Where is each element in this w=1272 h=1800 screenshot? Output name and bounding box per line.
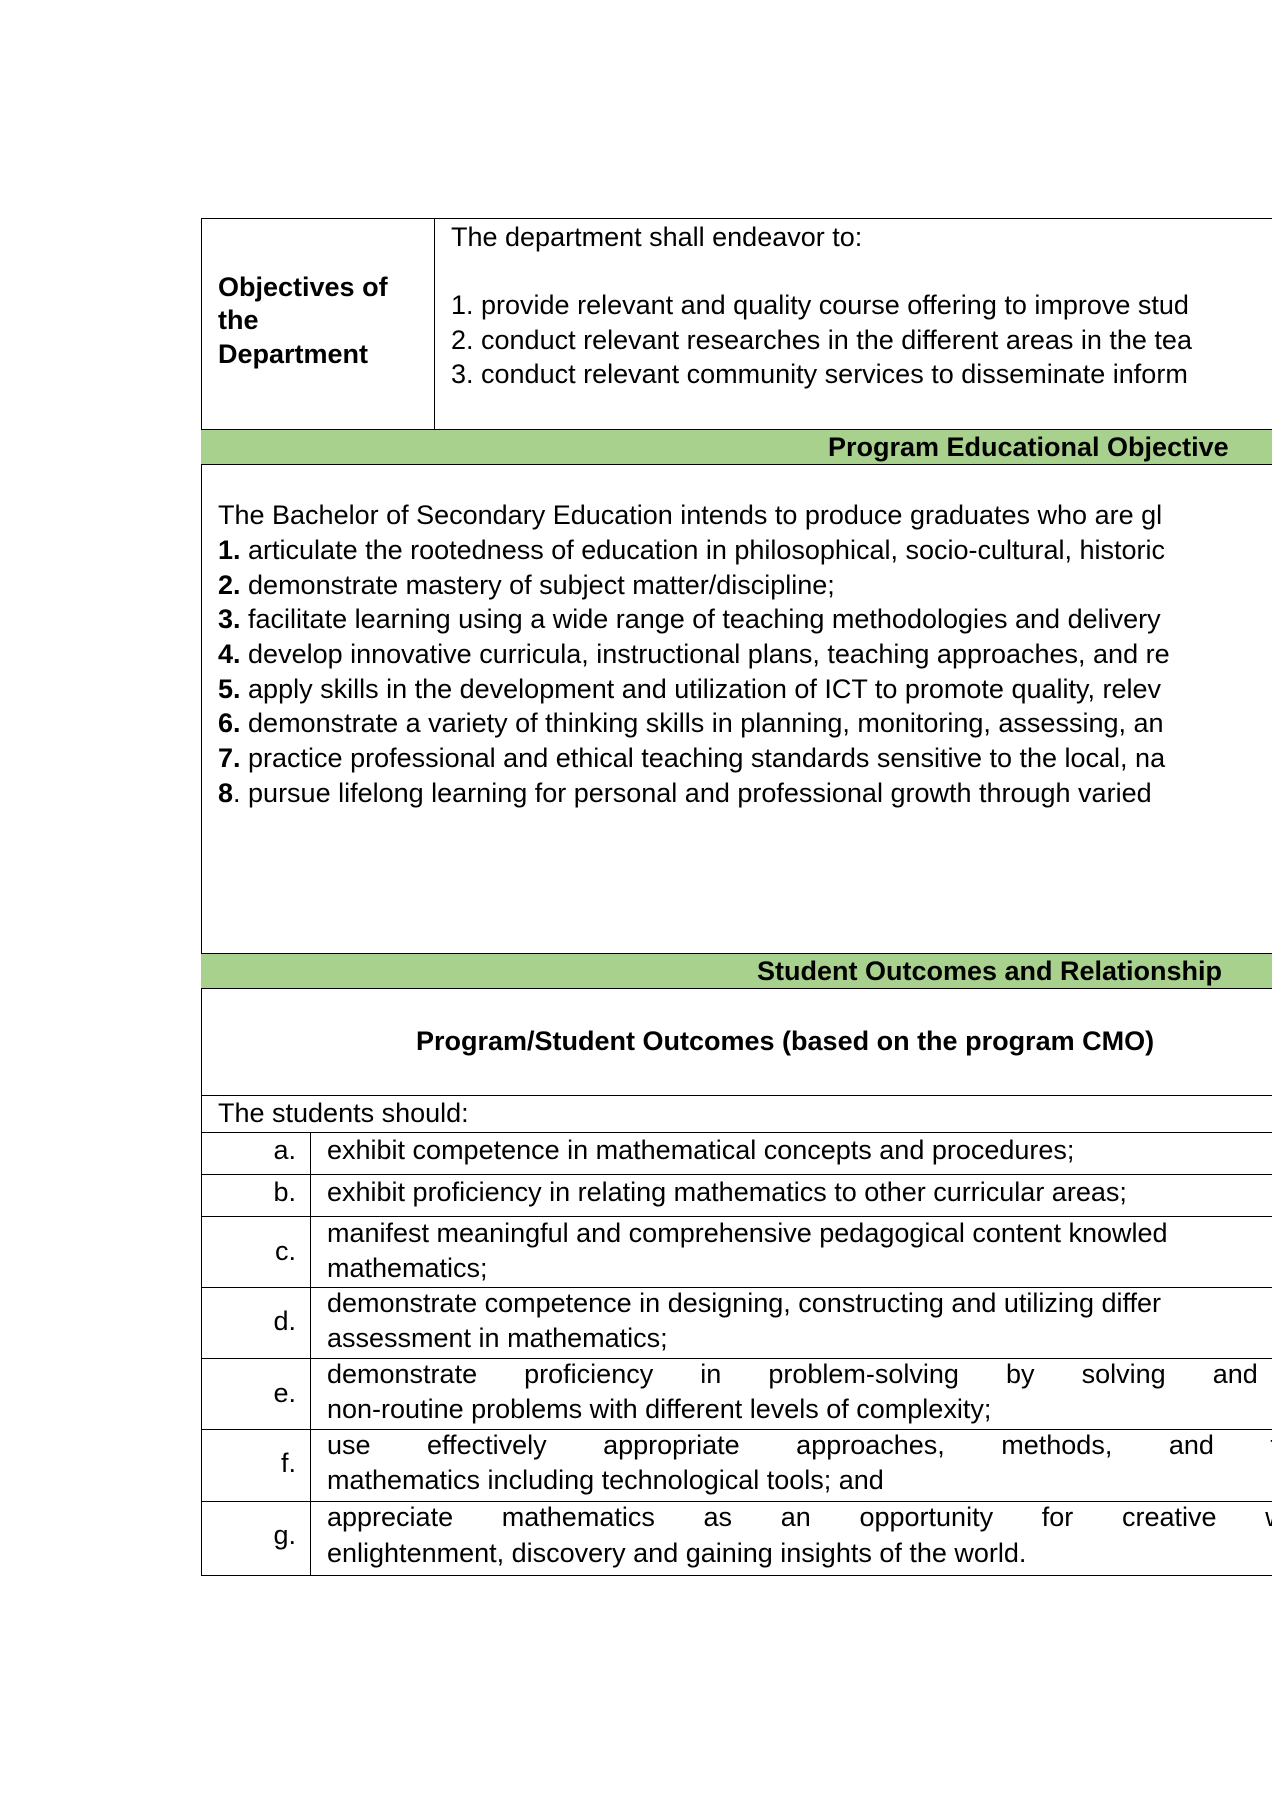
peo-item: 5. apply skills in the development and u… bbox=[218, 674, 1161, 704]
document-page: Objectives of the Department The departm… bbox=[0, 0, 1272, 1800]
outcome-text: assessment in mathematics; bbox=[327, 1323, 668, 1353]
outcome-word: and bbox=[1168, 1430, 1214, 1460]
peo-item-number: 6. bbox=[218, 708, 241, 738]
peo-item: 6. demonstrate a variety of thinking ski… bbox=[218, 708, 1164, 738]
table-top-border bbox=[201, 218, 1272, 219]
outcome-word: approaches, bbox=[796, 1430, 945, 1460]
outcome-word: creative bbox=[1121, 1502, 1217, 1532]
peo-item-text: demonstrate mastery of subject matter/di… bbox=[240, 570, 835, 600]
objectives-label-line-2: the bbox=[218, 305, 259, 335]
outcome-word: an bbox=[780, 1502, 811, 1532]
outcome-word: as bbox=[703, 1502, 733, 1532]
outcome-text: exhibit competence in mathematical conce… bbox=[327, 1135, 1075, 1165]
peo-item-text: practice professional and ethical teachi… bbox=[240, 743, 1166, 773]
outcome-word: proficiency bbox=[524, 1359, 654, 1389]
outcome-letter: b. bbox=[273, 1177, 296, 1207]
outcome-word: work, bbox=[1265, 1502, 1272, 1532]
objectives-label-line-1: Objectives of bbox=[218, 272, 388, 302]
outcome-word: appropriate bbox=[603, 1430, 740, 1460]
outcome-text: exhibit proficiency in relating mathemat… bbox=[327, 1177, 1127, 1207]
outcome-text: non-routine problems with different leve… bbox=[327, 1394, 992, 1424]
outcome-letter: f. bbox=[280, 1448, 296, 1478]
outcome-word: appreciate bbox=[327, 1502, 454, 1532]
outcome-letter: c. bbox=[274, 1236, 296, 1266]
peo-item: 3. facilitate learning using a wide rang… bbox=[218, 604, 1161, 634]
outcome-word: opportunity bbox=[859, 1502, 994, 1532]
outcome-text-justified: appreciate mathematics as an opportunity… bbox=[327, 1502, 1272, 1532]
letter-column-divider bbox=[310, 1132, 311, 1576]
outcome-word: and bbox=[1212, 1359, 1258, 1389]
outcome-word: solving bbox=[1081, 1359, 1166, 1389]
outcomes-intro: The students should: bbox=[218, 1098, 469, 1128]
peo-item-text: develop innovative curricula, instructio… bbox=[240, 639, 1170, 669]
peo-item-number: 3. bbox=[218, 604, 241, 634]
outcome-word: in bbox=[700, 1359, 722, 1389]
outcome-text: enlightenment, discovery and gaining ins… bbox=[327, 1538, 1027, 1568]
outcome-text: mathematics including technological tool… bbox=[327, 1465, 884, 1495]
peo-item: 4. develop innovative curricula, instruc… bbox=[218, 639, 1170, 669]
objectives-item: 1. provide relevant and quality course o… bbox=[451, 290, 1189, 320]
peo-header-band: Program Educational Objective bbox=[201, 429, 1272, 465]
peo-item-number: 4. bbox=[218, 639, 241, 669]
outcome-letter: e. bbox=[273, 1378, 296, 1408]
outcome-letter: d. bbox=[273, 1306, 296, 1336]
peo-item-text: apply skills in the development and util… bbox=[240, 674, 1162, 704]
outcome-text: demonstrate competence in designing, con… bbox=[327, 1288, 1161, 1318]
table-bottom-border bbox=[201, 1575, 1272, 1576]
outcome-word: mathematics bbox=[501, 1502, 655, 1532]
outcome-word: problem-solving bbox=[768, 1359, 959, 1389]
row-divider bbox=[201, 1132, 1272, 1133]
peo-item-number: 5. bbox=[218, 674, 241, 704]
peo-item-number: 7. bbox=[218, 743, 241, 773]
peo-item: 1. articulate the rootedness of educatio… bbox=[218, 535, 1165, 565]
outcome-word: by bbox=[1006, 1359, 1035, 1389]
objectives-item: 3. conduct relevant community services t… bbox=[451, 359, 1188, 389]
peo-item-text: articulate the rootedness of education i… bbox=[240, 535, 1166, 565]
outcomes-header: Student Outcomes and Relationship bbox=[757, 956, 1223, 986]
table-left-border bbox=[201, 218, 202, 1576]
peo-item: 7. practice professional and ethical tea… bbox=[218, 743, 1165, 773]
outcome-word: use bbox=[327, 1430, 371, 1460]
outcome-word: methods, bbox=[1001, 1430, 1113, 1460]
peo-header: Program Educational Objective bbox=[828, 432, 1229, 462]
outcome-text-justified: use effectively appropriate approaches, … bbox=[327, 1430, 1272, 1460]
outcome-word: for bbox=[1041, 1502, 1074, 1532]
peo-item-number: 1. bbox=[218, 535, 241, 565]
row-divider bbox=[201, 1174, 1272, 1175]
row-divider bbox=[201, 1216, 1272, 1217]
peo-item-text: facilitate learning using a wide range o… bbox=[240, 604, 1161, 634]
outcomes-header-band: Student Outcomes and Relationship bbox=[201, 953, 1272, 989]
outcome-word: demonstrate bbox=[327, 1359, 478, 1389]
objectives-divider bbox=[434, 218, 435, 429]
objectives-item: 2. conduct relevant researches in the di… bbox=[451, 325, 1192, 355]
objectives-intro: The department shall endeavor to: bbox=[451, 222, 863, 252]
row-divider bbox=[201, 1095, 1272, 1096]
objectives-label-line-3: Department bbox=[218, 339, 369, 369]
outcomes-subheader: Program/Student Outcomes (based on the p… bbox=[416, 1026, 1155, 1056]
outcome-word: effectively bbox=[427, 1430, 547, 1460]
peo-item-text: . pursue lifelong learning for personal … bbox=[233, 778, 1152, 808]
peo-item-number: 8 bbox=[218, 778, 234, 808]
peo-item: 8. pursue lifelong learning for personal… bbox=[218, 778, 1152, 808]
peo-intro: The Bachelor of Secondary Education inte… bbox=[218, 500, 1163, 530]
peo-item-number: 2. bbox=[218, 570, 241, 600]
outcome-text: manifest meaningful and comprehensive pe… bbox=[327, 1218, 1168, 1248]
outcome-letter: a. bbox=[273, 1135, 296, 1165]
outcome-text-justified: demonstrate proficiency in problem-solvi… bbox=[327, 1359, 1272, 1389]
peo-item: 2. demonstrate mastery of subject matter… bbox=[218, 570, 835, 600]
outcome-letter: g. bbox=[273, 1520, 296, 1550]
outcome-text: mathematics; bbox=[327, 1253, 488, 1283]
peo-item-text: demonstrate a variety of thinking skills… bbox=[240, 708, 1164, 738]
